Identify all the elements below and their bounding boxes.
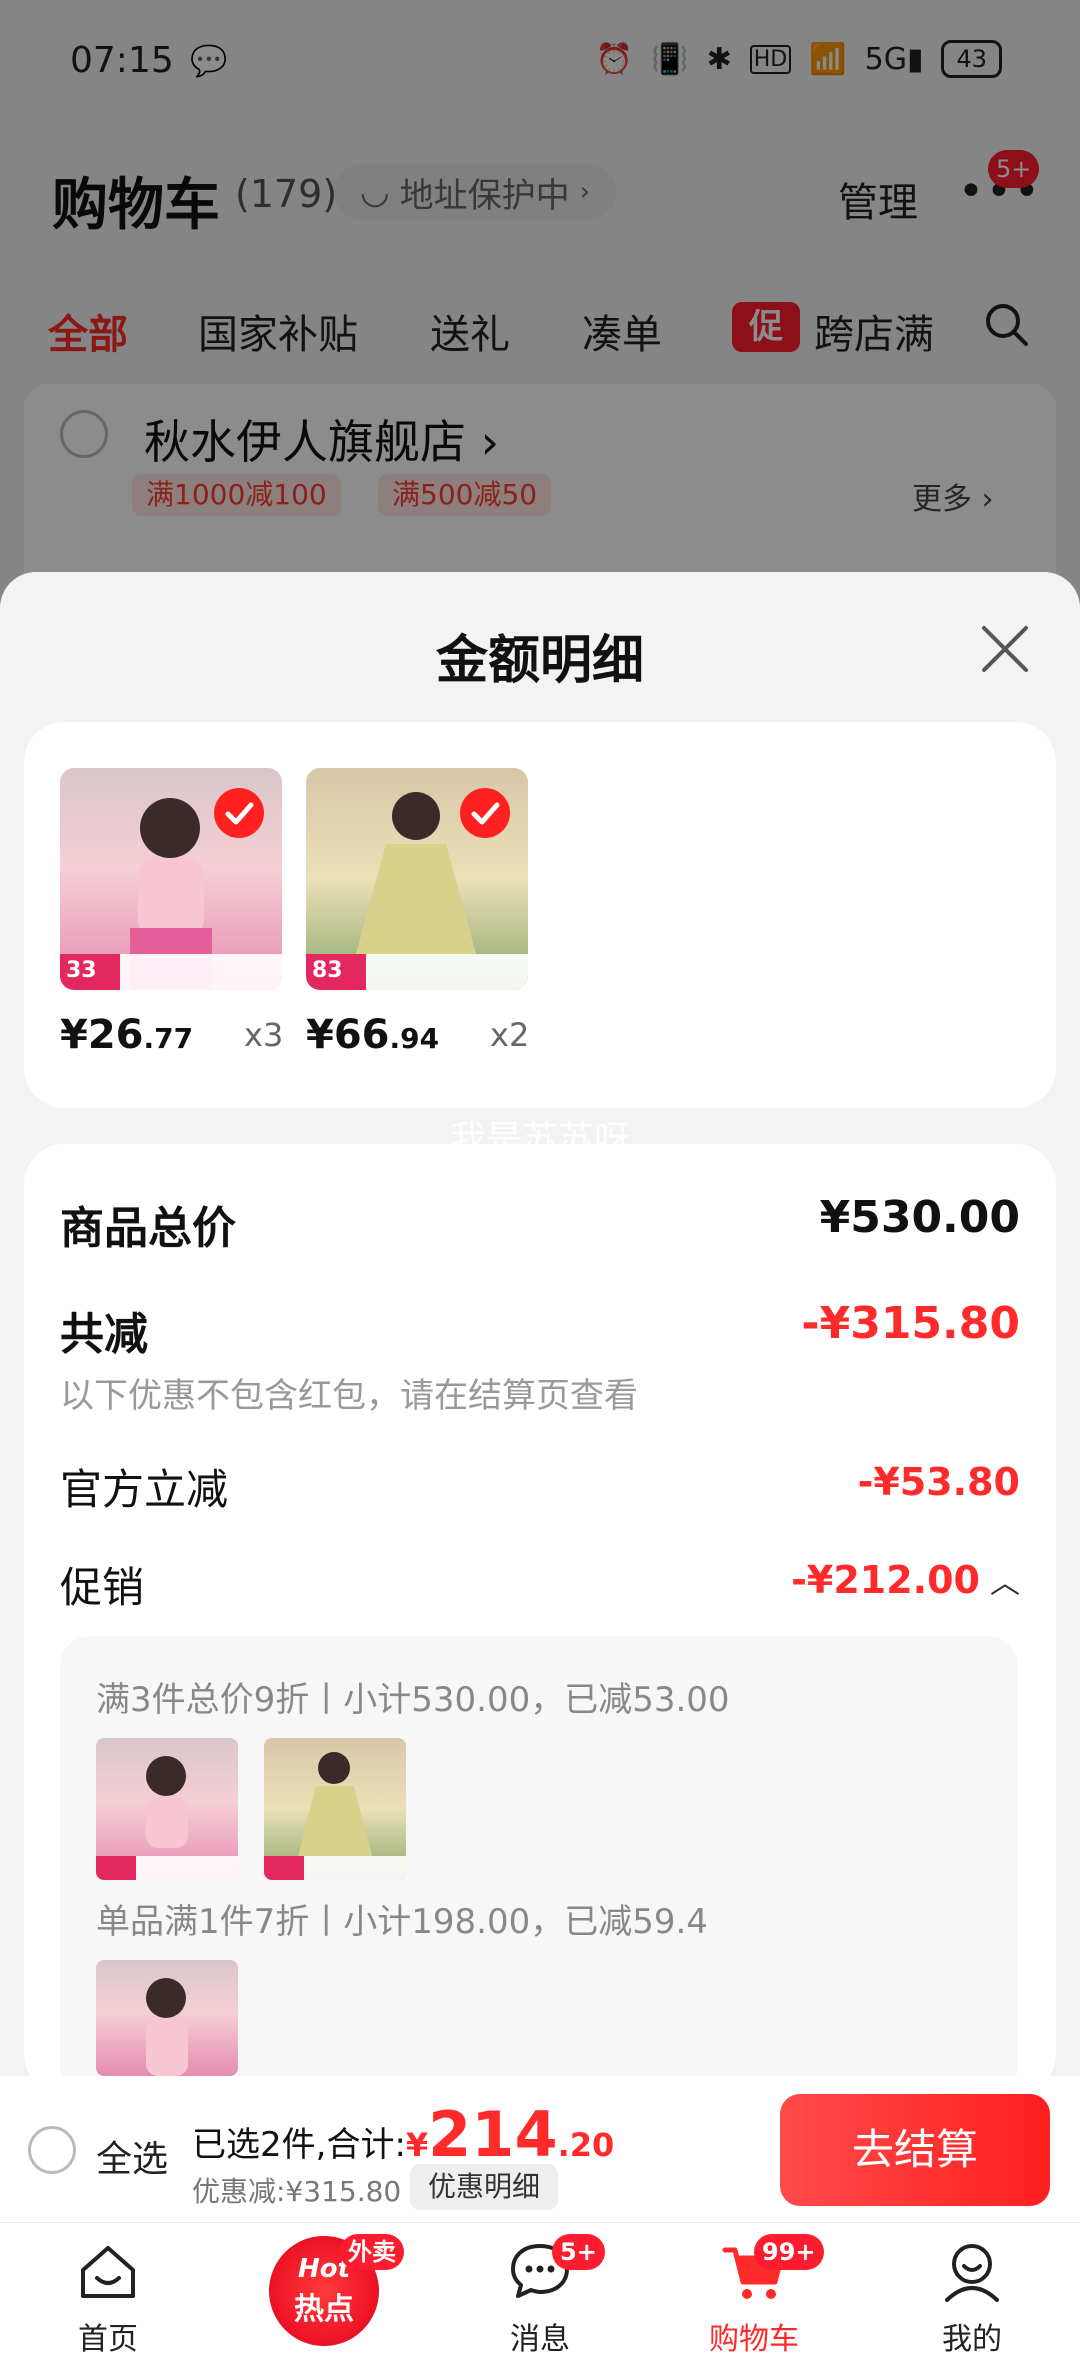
official-discount-label: 官方立减 [60, 1465, 229, 1514]
takeout-badge: 外卖 [340, 2234, 404, 2270]
product-price: ¥66.94 [306, 1012, 440, 1058]
close-icon[interactable] [978, 622, 1032, 676]
currency-symbol: ¥ [405, 2126, 429, 2164]
product-image [264, 1752, 406, 1880]
nav-label: 消息 [510, 2322, 570, 2357]
total-amount: 214 [428, 2098, 558, 2171]
nav-home[interactable]: 首页 [28, 2236, 188, 2358]
promotion-value: -¥212.00 [791, 1558, 980, 1602]
checkout-button[interactable]: 去结算 [780, 2094, 1050, 2206]
total-amount-cents: .20 [557, 2126, 615, 2164]
promotion-toggle[interactable]: -¥212.00 ︿ [700, 1558, 1020, 1602]
promotion-rule-1: 满3件总价9折丨小计530.00，已减53.00 [96, 1680, 730, 1720]
reduction-hint: 以下优惠不包含红包，请在结算页查看 [60, 1376, 638, 1416]
check-icon [471, 802, 500, 825]
product-selected-check[interactable] [460, 788, 510, 838]
chevron-up-icon: ︿ [990, 1566, 1020, 1601]
nav-label: 首页 [78, 2322, 138, 2357]
nav-label: 购物车 [709, 2322, 799, 2357]
product-price: ¥26.77 [60, 1012, 194, 1058]
product-badge-number: 33 [66, 958, 97, 983]
sheet-title: 金额明细 [435, 631, 644, 691]
discount-summary: 优惠减:¥315.80 [192, 2175, 402, 2208]
promotion-label: 促销 [60, 1563, 145, 1612]
nav-label: 我的 [942, 2322, 1002, 2357]
nav-profile[interactable]: 我的 [892, 2236, 1052, 2358]
promotion-rule-2: 单品满1件7折丨小计198.00，已减59.4 [96, 1902, 708, 1942]
product-quantity: x2 [490, 1016, 530, 1054]
total-price-value: ¥530.00 [819, 1192, 1020, 1243]
home-icon [81, 2246, 135, 2298]
messages-badge: 5+ [552, 2234, 605, 2270]
product-quantity: x3 [244, 1016, 284, 1054]
total-summary: 已选2件,合计: ¥ 214 .20 [192, 2098, 614, 2171]
hot-sub-label: 热点 [294, 2292, 354, 2327]
select-all-label[interactable]: 全选 [96, 2130, 168, 2182]
total-reduction-value: -¥315.80 [801, 1298, 1020, 1349]
check-icon [225, 802, 254, 825]
product-selected-check[interactable] [214, 788, 264, 838]
cart-badge: 99+ [754, 2234, 824, 2270]
promo-product-thumbnail [264, 1738, 406, 1880]
promo-product-thumbnail [96, 1960, 238, 2076]
official-discount-value: -¥53.80 [857, 1460, 1020, 1504]
product-image [96, 1756, 238, 1880]
total-reduction-label: 共减 [60, 1309, 148, 1360]
profile-icon [945, 2244, 999, 2302]
product-image [146, 1978, 188, 2076]
promo-product-thumbnail [96, 1738, 238, 1880]
total-price-label: 商品总价 [60, 1203, 236, 1254]
select-all-radio[interactable] [28, 2126, 76, 2174]
selected-count-label: 已选2件,合计: [192, 2125, 406, 2165]
product-badge-number: 83 [312, 958, 343, 983]
discount-detail-button[interactable]: 优惠明细 [410, 2164, 559, 2210]
